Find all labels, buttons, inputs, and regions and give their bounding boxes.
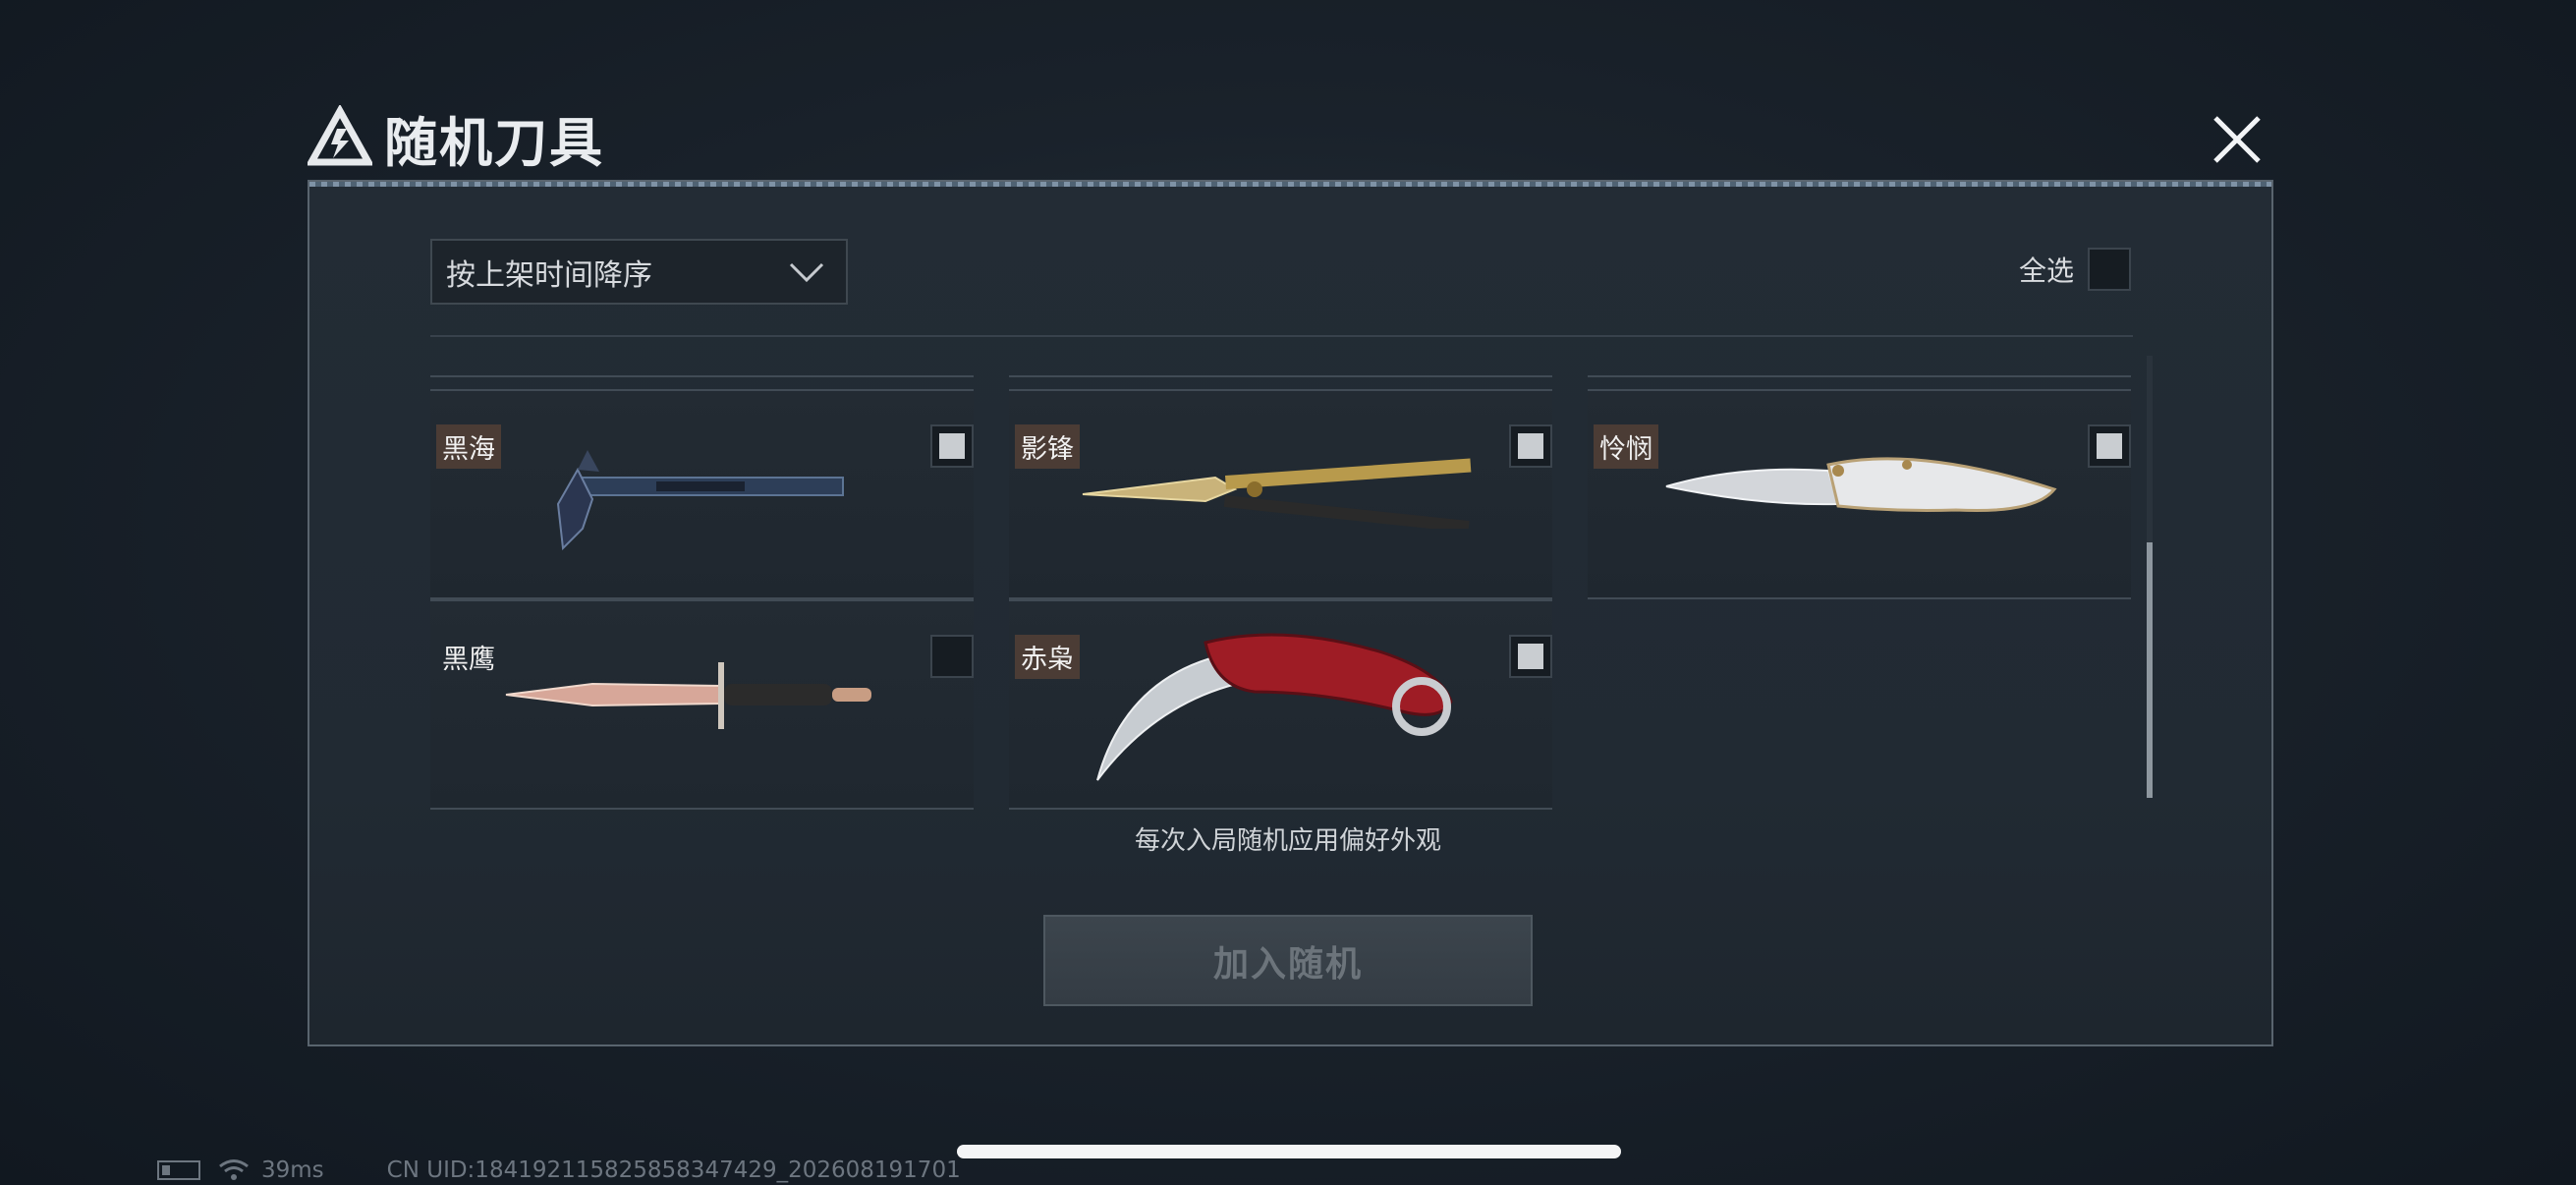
knife-checkbox[interactable] xyxy=(930,424,974,468)
knife-checkbox[interactable] xyxy=(930,635,974,678)
karambit-image xyxy=(1096,633,1453,781)
ping-value: 39ms xyxy=(261,1157,324,1183)
select-all-label: 全选 xyxy=(2019,254,2075,287)
dialog-title: 随机刀具 xyxy=(384,111,604,174)
knife-grid: 黑海 影锋 怜悯 黑鹰 赤枭 xyxy=(430,352,2140,810)
scrollbar-thumb[interactable] xyxy=(2147,542,2153,798)
dialog-title-bar: 随机刀具 xyxy=(308,98,604,177)
knife-name: 赤枭 xyxy=(1015,635,1080,679)
sort-dropdown-value: 按上架时间降序 xyxy=(446,257,652,293)
uid-text: CN UID:184192115825858347429_20260819170… xyxy=(386,1157,961,1183)
knife-card-heihai[interactable]: 黑海 xyxy=(430,389,974,599)
chevron-down-icon xyxy=(789,262,824,282)
folding-knife-image xyxy=(1665,457,2057,512)
knife-card-heiying[interactable]: 黑鹰 xyxy=(430,599,974,810)
list-item-partial xyxy=(1588,352,2131,377)
logo-icon xyxy=(308,105,372,166)
hint-text: 每次入局随机应用偏好外观 xyxy=(1134,826,1441,856)
knife-name: 黑鹰 xyxy=(442,645,495,675)
axe-image xyxy=(556,450,844,551)
status-bar: 39ms CN UID:184192115825858347429_202608… xyxy=(157,1157,961,1183)
add-random-button[interactable]: 加入随机 xyxy=(1043,915,1533,1006)
sort-dropdown[interactable]: 按上架时间降序 xyxy=(430,239,848,305)
list-item-partial xyxy=(430,352,974,377)
knife-name: 影锋 xyxy=(1015,424,1080,469)
knife-checkbox[interactable] xyxy=(1509,635,1552,678)
select-all-checkbox[interactable] xyxy=(2088,248,2132,291)
knife-card-lianmin[interactable]: 怜悯 xyxy=(1588,389,2131,599)
butterfly-knife-image xyxy=(1082,458,1472,529)
select-all-toggle[interactable]: 全选 xyxy=(2019,248,2132,291)
combat-knife-image xyxy=(505,662,871,729)
home-indicator[interactable] xyxy=(957,1145,1621,1158)
close-icon[interactable] xyxy=(2206,108,2268,171)
knife-name: 黑海 xyxy=(436,424,501,469)
knife-card-chixiao[interactable]: 赤枭 xyxy=(1009,599,1552,810)
list-item-partial xyxy=(1009,352,1552,377)
knife-name: 怜悯 xyxy=(1594,424,1658,469)
knife-checkbox[interactable] xyxy=(2088,424,2131,468)
knife-card-yingfeng[interactable]: 影锋 xyxy=(1009,389,1552,599)
battery-icon xyxy=(157,1160,200,1180)
divider xyxy=(430,335,2133,337)
knife-checkbox[interactable] xyxy=(1509,424,1552,468)
wifi-icon xyxy=(219,1159,249,1180)
add-random-button-label: 加入随机 xyxy=(1212,943,1363,985)
